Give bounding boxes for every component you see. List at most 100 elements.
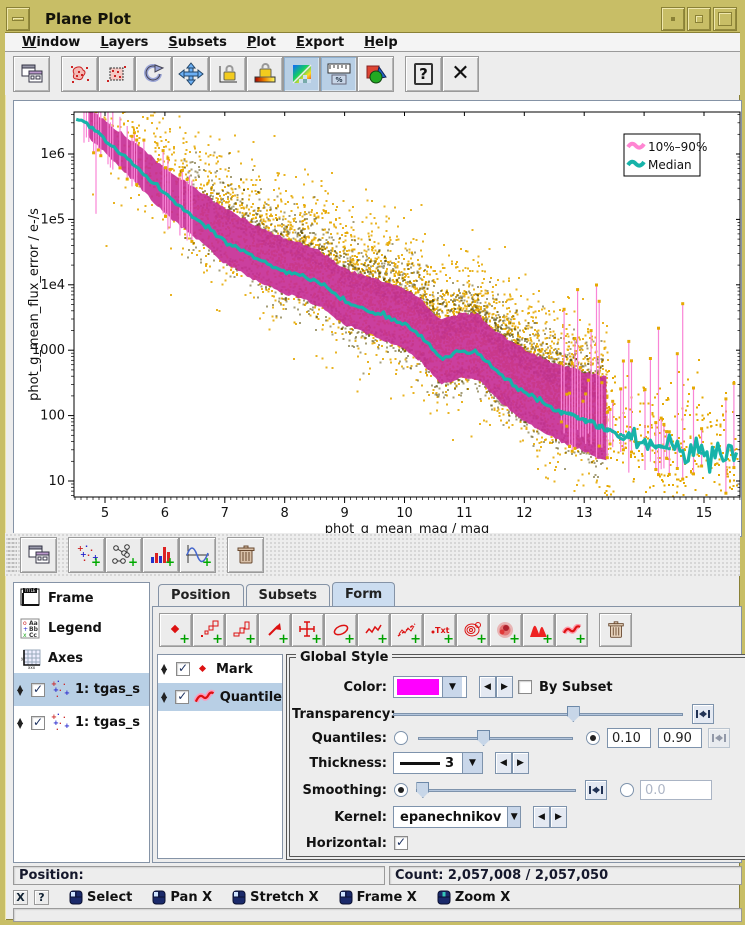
- plot-panel[interactable]: 567891011121314151e61e51e4100010010phot_…: [13, 100, 742, 537]
- add-label-form-button[interactable]: Txt+: [423, 613, 456, 647]
- prev-arrow-icon[interactable]: ◀: [495, 752, 512, 774]
- color-spinner[interactable]: ◀▶: [479, 676, 513, 698]
- menu-layers[interactable]: Layers: [91, 35, 157, 50]
- tab-form[interactable]: Form: [332, 582, 395, 606]
- add-fill-form-button[interactable]: +: [522, 613, 555, 647]
- color-combo[interactable]: ▼: [393, 676, 467, 698]
- quantiles-fields-radio[interactable]: [586, 731, 600, 745]
- slider-thumb[interactable]: [416, 782, 429, 798]
- form-row-quantile[interactable]: ▲▼ ✓ Quantile: [158, 683, 282, 711]
- next-arrow-icon[interactable]: ▶: [550, 806, 567, 828]
- smoothing-range-button[interactable]: [585, 780, 607, 800]
- lock-aux-button[interactable]: [246, 56, 283, 92]
- kernel-spinner[interactable]: ◀▶: [533, 806, 567, 828]
- transparency-range-button[interactable]: [692, 704, 714, 724]
- combo-arrow-icon[interactable]: ▼: [462, 753, 482, 773]
- restore-button[interactable]: [687, 7, 711, 31]
- reorder-arrows-icon[interactable]: ▲▼: [17, 718, 27, 728]
- slider-thumb[interactable]: [477, 730, 490, 746]
- quantile-low-field[interactable]: 0.10: [607, 728, 651, 748]
- form-visible-checkbox[interactable]: ✓: [175, 690, 189, 704]
- add-quantile-form-button[interactable]: +: [555, 613, 588, 647]
- restore-icon: [695, 15, 703, 23]
- close-button[interactable]: ✕: [442, 56, 479, 92]
- layer-visible-checkbox[interactable]: ✓: [31, 683, 45, 697]
- menu-help[interactable]: Help: [355, 35, 406, 50]
- window-menu-button[interactable]: [6, 7, 30, 31]
- thickness-combo[interactable]: 3 ▼: [393, 752, 483, 774]
- reorder-arrows-icon[interactable]: ▲▼: [17, 685, 27, 695]
- add-line-form-button[interactable]: +: [357, 613, 390, 647]
- add-linearfit-form-button[interactable]: +: [390, 613, 423, 647]
- add-histogram-layer-button[interactable]: +: [142, 537, 179, 573]
- layers-item-axes[interactable]: yxxx Axes: [14, 643, 149, 673]
- smoothing-slider-radio[interactable]: [394, 783, 408, 797]
- menu-subsets[interactable]: Subsets: [159, 35, 235, 50]
- add-sizexy-form-button[interactable]: +: [225, 613, 258, 647]
- tab-subsets[interactable]: Subsets: [246, 584, 330, 606]
- slider-thumb[interactable]: [567, 706, 580, 722]
- smoothing-field-radio[interactable]: [620, 783, 634, 797]
- add-mark-form-button[interactable]: +: [159, 613, 192, 647]
- layers-item-frame[interactable]: TITLE Frame: [14, 583, 149, 613]
- form-row-mark[interactable]: ▲▼ ✓ Mark: [158, 655, 282, 683]
- title-bar[interactable]: Plane Plot: [5, 5, 740, 33]
- next-arrow-icon[interactable]: ▶: [496, 676, 513, 698]
- prev-arrow-icon[interactable]: ◀: [533, 806, 550, 828]
- add-position-layer-button[interactable]: +··+·+· +: [68, 537, 105, 573]
- layers-item-legend[interactable]: oAa +Bb xCc Legend: [14, 613, 149, 643]
- tab-label: Position: [171, 588, 231, 603]
- replot-button[interactable]: [135, 56, 172, 92]
- menu-plot[interactable]: Plot: [238, 35, 285, 50]
- transparency-slider[interactable]: [393, 706, 683, 722]
- reorder-arrows-icon[interactable]: ▲▼: [161, 692, 170, 702]
- layer-row-2[interactable]: ▲▼ ✓ +··+·+· 1: tgas_s: [14, 706, 149, 739]
- remove-layer-button[interactable]: [227, 537, 264, 573]
- combo-arrow-icon[interactable]: ▼: [442, 677, 462, 697]
- quantiles-slider[interactable]: [418, 730, 573, 746]
- box-subset-button[interactable]: [98, 56, 135, 92]
- window-title: Plane Plot: [45, 10, 660, 28]
- fraction-toggle-button[interactable]: %: [320, 56, 357, 92]
- by-subset-checkbox[interactable]: ✓: [518, 680, 532, 694]
- kernel-combo[interactable]: epanechnikov ▼: [393, 806, 521, 828]
- thickness-spinner[interactable]: ◀▶: [495, 752, 529, 774]
- stilts-button[interactable]: [357, 56, 394, 92]
- quantile-high-field[interactable]: 0.90: [658, 728, 702, 748]
- menu-window[interactable]: Window: [13, 35, 89, 50]
- add-fill-density-form-button[interactable]: +: [489, 613, 522, 647]
- layer-export-window-button[interactable]: [20, 537, 57, 573]
- smoothing-slider[interactable]: [416, 782, 576, 798]
- export-window-button[interactable]: [13, 56, 50, 92]
- layer-row-1[interactable]: ▲▼ ✓ +··+·+· 1: tgas_s: [14, 673, 149, 706]
- form-visible-checkbox[interactable]: ✓: [176, 662, 190, 676]
- tab-position[interactable]: Position: [158, 584, 244, 606]
- aux-shader-toggle-button[interactable]: [283, 56, 320, 92]
- plane-plot-chart[interactable]: 567891011121314151e61e51e4100010010phot_…: [14, 101, 741, 536]
- menu-export[interactable]: Export: [287, 35, 353, 50]
- add-contour-form-button[interactable]: +: [456, 613, 489, 647]
- remove-form-button[interactable]: [599, 613, 632, 647]
- add-function-layer-button[interactable]: +: [179, 537, 216, 573]
- next-arrow-icon[interactable]: ▶: [512, 752, 529, 774]
- quantiles-slider-radio[interactable]: [394, 731, 408, 745]
- layer-visible-checkbox[interactable]: ✓: [31, 716, 45, 730]
- reorder-arrows-icon[interactable]: ▲▼: [161, 664, 171, 674]
- maximize-button[interactable]: [713, 7, 737, 31]
- prev-arrow-icon[interactable]: ◀: [479, 676, 496, 698]
- lock-axes-button[interactable]: [209, 56, 246, 92]
- blob-subset-button[interactable]: [61, 56, 98, 92]
- add-size-form-button[interactable]: +: [192, 613, 225, 647]
- toolbar-drag-handle[interactable]: [7, 537, 17, 573]
- horizontal-checkbox[interactable]: ✓: [394, 836, 408, 850]
- combo-arrow-icon[interactable]: ▼: [507, 807, 520, 827]
- help-button[interactable]: ?: [405, 56, 442, 92]
- add-vector-form-button[interactable]: +: [258, 613, 291, 647]
- add-ellipse-form-button[interactable]: +: [324, 613, 357, 647]
- pan-button[interactable]: [172, 56, 209, 92]
- hide-hints-button[interactable]: X: [13, 890, 28, 905]
- hints-help-button[interactable]: ?: [34, 890, 49, 905]
- add-pair-layer-button[interactable]: +: [105, 537, 142, 573]
- add-errorbar-form-button[interactable]: +: [291, 613, 324, 647]
- iconify-button[interactable]: [661, 7, 685, 31]
